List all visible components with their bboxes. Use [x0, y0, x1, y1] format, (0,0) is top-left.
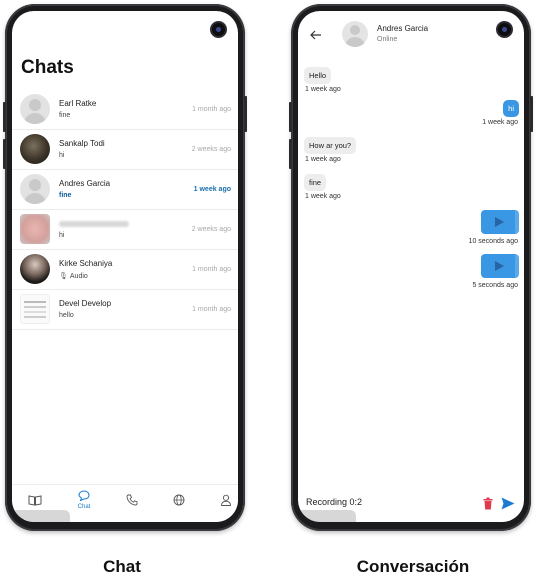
- chat-list-item[interactable]: Andres Garcia fine 1 week ago: [12, 170, 238, 210]
- chat-time: 1 month ago: [192, 306, 231, 313]
- chat-last-message-text: Audio: [69, 273, 88, 280]
- chat-last-message: hi: [59, 232, 65, 239]
- recording-status: Recording 0:2: [306, 497, 363, 507]
- phone-side-button: [289, 139, 292, 169]
- chat-last-message: hello: [59, 312, 74, 319]
- phone-side-button: [3, 102, 6, 132]
- front-camera: [210, 21, 227, 38]
- chat-list-item[interactable]: Sankalp Todi hi 2 weeks ago: [12, 130, 238, 170]
- nav-chat-tab[interactable]: Chat: [73, 490, 95, 510]
- play-icon[interactable]: [495, 261, 504, 271]
- message-time: 10 seconds ago: [468, 238, 518, 245]
- chat-time: 2 weeks ago: [191, 226, 231, 233]
- chat-last-message: fine: [59, 192, 72, 199]
- message-time: 1 week ago: [305, 193, 341, 200]
- chat-name-redacted: [59, 221, 129, 227]
- chat-time: 2 weeks ago: [191, 146, 231, 153]
- book-icon[interactable]: [24, 494, 46, 509]
- message-time: 1 week ago: [305, 86, 341, 93]
- chat-list-item[interactable]: hi 2 weeks ago: [12, 210, 238, 250]
- chat-list: Earl Ratke fine 1 month ago Sankalp Todi…: [12, 90, 238, 330]
- phone-icon[interactable]: [121, 494, 143, 509]
- incoming-message: How ar you?: [304, 137, 357, 154]
- chat-list-item[interactable]: Devel Develop hello 1 month ago: [12, 290, 238, 330]
- audio-message[interactable]: [481, 210, 519, 234]
- document-avatar: [20, 294, 50, 324]
- contact-avatar: [342, 21, 368, 47]
- play-icon[interactable]: [495, 217, 504, 227]
- photo-avatar: [20, 254, 50, 284]
- outgoing-message: hi: [503, 100, 519, 117]
- page-title: Chats: [21, 57, 74, 78]
- message-time: 1 week ago: [482, 119, 518, 126]
- home-indicator-overlay: [12, 510, 70, 522]
- trash-icon[interactable]: [482, 497, 494, 510]
- conversation-header: Andres Garcia Online: [298, 11, 524, 55]
- photo-avatar: [20, 134, 50, 164]
- conversation-screen: Andres Garcia Online Hello 1 week ago hi…: [298, 11, 524, 522]
- phone-frame-conversation: Andres Garcia Online Hello 1 week ago hi…: [289, 4, 533, 531]
- person-icon[interactable]: [215, 494, 237, 509]
- chat-last-message: fine: [59, 112, 71, 119]
- home-indicator-overlay: [298, 510, 356, 522]
- phone-power-button: [244, 96, 247, 132]
- phone-side-button: [289, 102, 292, 132]
- phone-frame-chats: Chats Earl Ratke fine 1 month ago Sankal…: [3, 4, 247, 531]
- phone-power-button: [530, 96, 533, 132]
- chat-name: Earl Ratke: [59, 99, 97, 108]
- chat-time: 1 month ago: [192, 106, 231, 113]
- microphone-icon: 🎙: [59, 273, 68, 280]
- chat-list-screen: Chats Earl Ratke fine 1 month ago Sankal…: [12, 11, 238, 522]
- send-icon[interactable]: [501, 497, 515, 510]
- contact-status: Online: [377, 36, 398, 43]
- message-time: 5 seconds ago: [472, 282, 518, 289]
- caption-chat: Chat: [103, 557, 141, 576]
- globe-icon[interactable]: [168, 494, 190, 509]
- chat-time: 1 week ago: [193, 186, 231, 193]
- phone-side-button: [3, 139, 6, 169]
- contact-name: Andres Garcia: [377, 24, 429, 33]
- chat-time: 1 month ago: [192, 266, 231, 273]
- composer-bar: Recording 0:2: [298, 488, 524, 522]
- chat-name: Sankalp Todi: [59, 139, 105, 148]
- back-arrow-icon[interactable]: [310, 28, 322, 43]
- caption-conversation: Conversación: [356, 557, 470, 576]
- chat-icon: [78, 490, 90, 502]
- chat-name: Kirke Schaniya: [59, 259, 113, 268]
- chat-list-item[interactable]: Earl Ratke fine 1 month ago: [12, 90, 238, 130]
- audio-message[interactable]: [481, 254, 519, 278]
- placeholder-avatar: [20, 94, 50, 124]
- chat-list-item[interactable]: Kirke Schaniya 🎙 Audio 1 month ago: [12, 250, 238, 290]
- blurred-photo-avatar: [20, 214, 50, 244]
- nav-chat-label: Chat: [77, 504, 91, 510]
- chat-name: Andres Garcia: [59, 179, 111, 188]
- message-time: 1 week ago: [305, 156, 341, 163]
- bottom-navigation: Chat: [12, 484, 238, 522]
- incoming-message: fine: [304, 174, 327, 191]
- chat-name: Devel Develop: [59, 299, 112, 308]
- chat-last-message: hi: [59, 152, 65, 159]
- incoming-message: Hello: [304, 67, 332, 84]
- placeholder-avatar: [20, 174, 50, 204]
- chat-last-message: 🎙 Audio: [59, 272, 88, 280]
